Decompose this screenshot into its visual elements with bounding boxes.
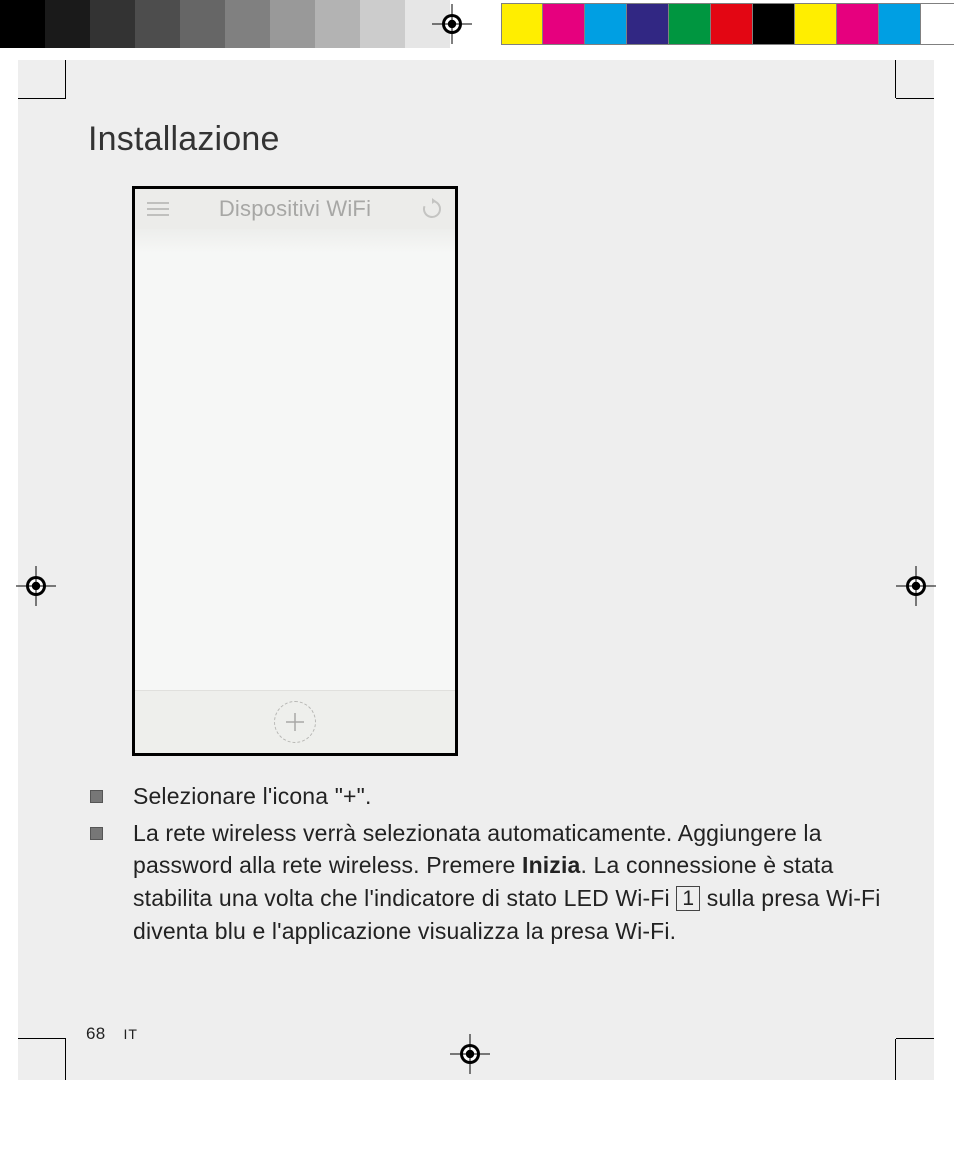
registration-mark-icon	[16, 566, 56, 606]
registration-mark-icon	[432, 4, 472, 44]
colorbar-swatch	[45, 0, 90, 48]
list-item: La rete wireless verrà selezionata autom…	[90, 817, 884, 948]
trim-mark	[18, 98, 66, 99]
colorbar-swatch	[879, 3, 921, 45]
app-addbar	[135, 690, 455, 753]
trim-mark	[65, 60, 66, 98]
colorbar-swatch	[921, 3, 954, 45]
page-footer: 68 IT	[86, 1024, 138, 1044]
app-title: Dispositivi WiFi	[171, 196, 419, 222]
page-number: 68	[86, 1024, 106, 1044]
colorbar-swatch	[315, 0, 360, 48]
list-item: Selezionare l'icona "+".	[90, 780, 884, 813]
trim-mark	[895, 1039, 896, 1080]
calibration-colorbar	[0, 0, 954, 48]
refresh-icon[interactable]	[419, 196, 445, 222]
colorbar-swatch	[225, 0, 270, 48]
colorbar-swatch	[753, 3, 795, 45]
trim-mark	[65, 1039, 66, 1080]
colorbar-swatch	[180, 0, 225, 48]
instruction-list: Selezionare l'icona "+". La rete wireles…	[90, 780, 884, 951]
registration-mark-icon	[896, 566, 936, 606]
list-item-text: La rete wireless verrà selezionata autom…	[133, 817, 884, 948]
page-body: Installazione Dispositivi WiFi	[18, 60, 934, 1080]
colorbar-swatch	[837, 3, 879, 45]
colorbar-swatch	[795, 3, 837, 45]
colorbar-swatch	[543, 3, 585, 45]
reference-box: 1	[676, 886, 700, 911]
bullet-icon	[90, 827, 103, 840]
colorbar-swatch	[270, 0, 315, 48]
list-item-text: Selezionare l'icona "+".	[133, 780, 884, 813]
colorbar-swatch	[669, 3, 711, 45]
registration-mark-icon	[450, 1034, 490, 1074]
section-heading: Installazione	[88, 120, 280, 159]
menu-icon[interactable]	[145, 196, 171, 222]
add-button[interactable]	[274, 701, 316, 743]
print-page: Installazione Dispositivi WiFi	[0, 0, 954, 1166]
app-topbar: Dispositivi WiFi	[135, 189, 455, 229]
trim-mark	[896, 1038, 934, 1039]
app-body	[135, 229, 455, 691]
colorbar-swatch	[135, 0, 180, 48]
text-bold: Inizia	[522, 852, 580, 878]
colorbar-swatch	[0, 0, 45, 48]
colorbar-swatch	[90, 0, 135, 48]
colorbar-swatch	[360, 0, 405, 48]
trim-mark	[896, 98, 934, 99]
trim-mark	[895, 60, 896, 98]
colorbar-swatch	[501, 3, 543, 45]
plus-icon	[284, 711, 306, 733]
trim-mark	[18, 1038, 66, 1039]
colorbar-swatch	[627, 3, 669, 45]
colorbar-swatch	[711, 3, 753, 45]
bullet-icon	[90, 790, 103, 803]
page-language: IT	[124, 1026, 138, 1042]
colorbar-swatch	[585, 3, 627, 45]
app-screenshot: Dispositivi WiFi	[132, 186, 458, 756]
